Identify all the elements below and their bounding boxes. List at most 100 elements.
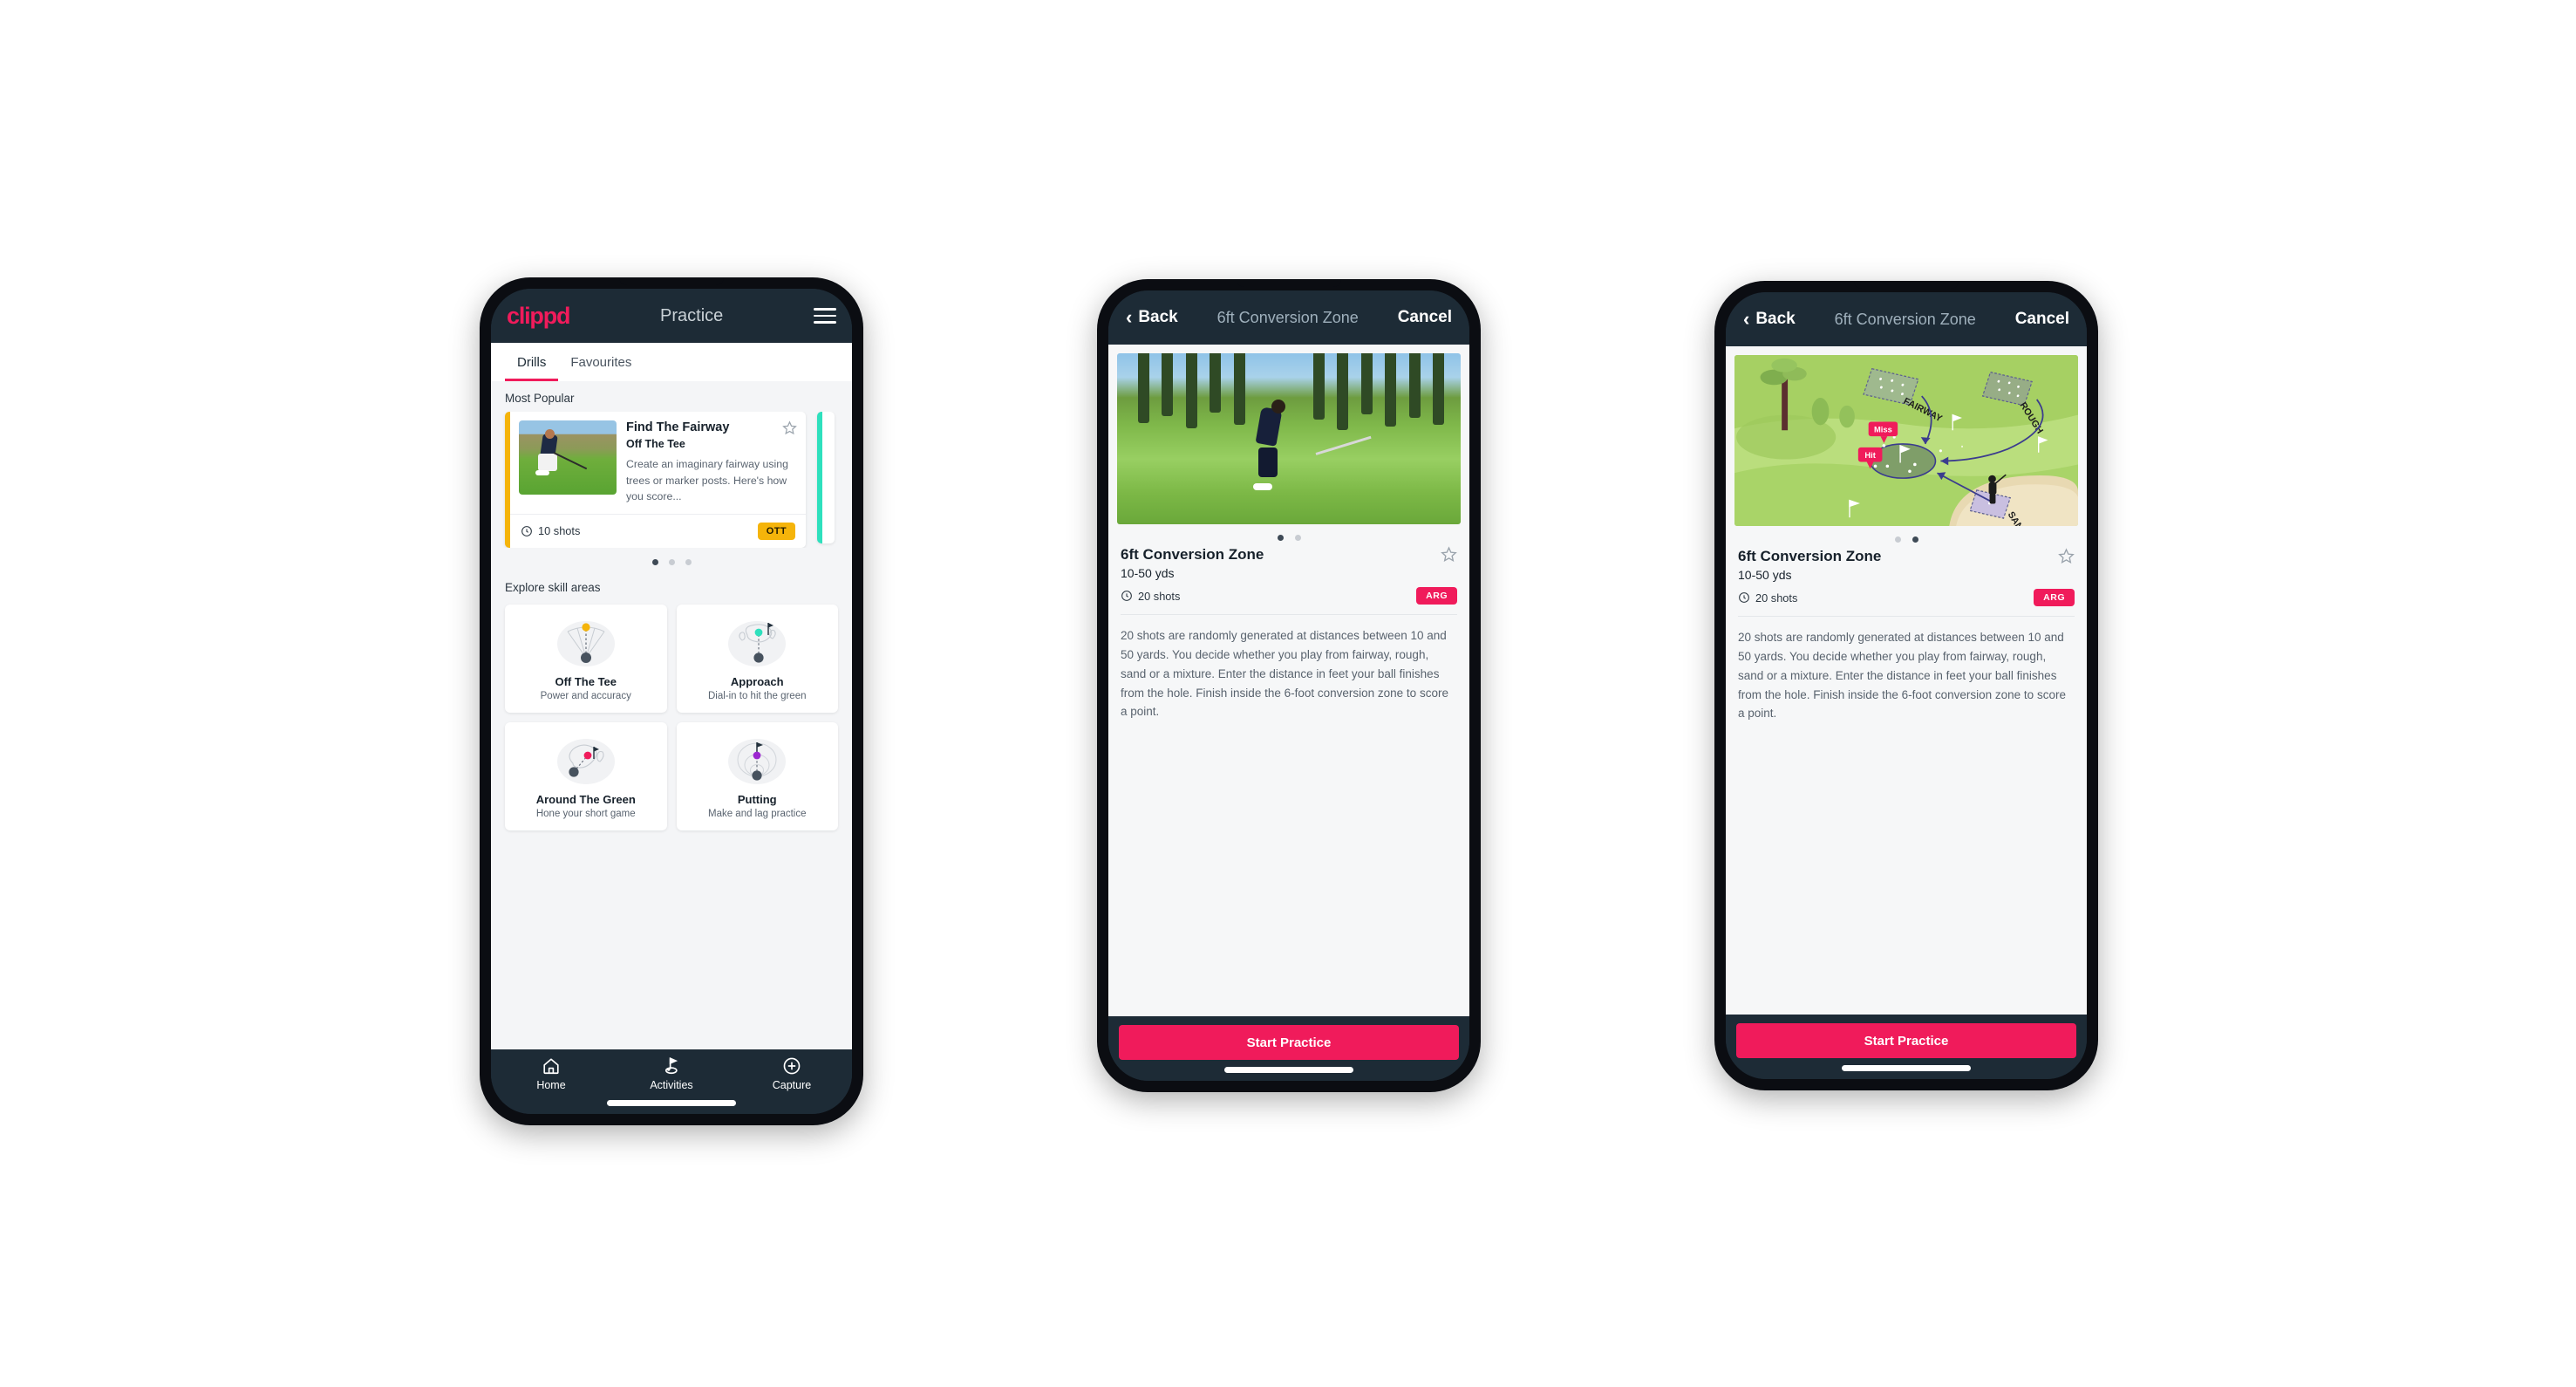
skill-card-off-the-tee[interactable]: Off The Tee Power and accuracy <box>505 604 667 713</box>
hero-dot-2[interactable] <box>1294 535 1301 541</box>
back-button[interactable]: ‹ Back <box>1743 310 1796 329</box>
tab-favourites[interactable]: Favourites <box>558 343 644 381</box>
drill-shots-label: 10 shots <box>538 524 581 538</box>
home-indicator <box>607 1100 736 1106</box>
drill-detail-header: 6ft Conversion Zone 10-50 yds 20 shots A… <box>1726 546 2087 606</box>
hero-dot-1[interactable] <box>1277 535 1284 541</box>
chevron-left-icon: ‹ <box>1126 306 1133 328</box>
cancel-button[interactable]: Cancel <box>1398 308 1452 327</box>
cancel-button[interactable]: Cancel <box>2015 310 2069 329</box>
clippd-logo: clippd <box>507 302 571 329</box>
hero-dot-1[interactable] <box>1894 536 1901 543</box>
skill-desc: Power and accuracy <box>540 690 631 701</box>
drill-detail-shots-label: 20 shots <box>1138 589 1181 603</box>
drill-skill-area: Off The Tee <box>626 438 685 451</box>
start-practice-button[interactable]: Start Practice <box>1119 1025 1459 1060</box>
drill-detail-description: 20 shots are randomly generated at dista… <box>1121 629 1448 719</box>
drill-detail-yards: 10-50 yds <box>1121 566 1175 580</box>
skill-name: Off The Tee <box>555 674 617 688</box>
drill-hero-photo <box>1117 353 1461 524</box>
popular-carousel[interactable]: Find The Fairway Off The Tee Create an i… <box>491 412 852 548</box>
start-practice-button[interactable]: Start Practice <box>1736 1023 2076 1058</box>
phone3-screen: ‹ Back 6ft Conversion Zone Cancel FAIRWA… <box>1726 292 2087 1079</box>
tabbar-item-home[interactable]: Home <box>492 1056 611 1091</box>
skill-desc: Dial-in to hit the green <box>707 690 807 701</box>
drill-detail-description: 20 shots are randomly generated at dista… <box>1738 631 2066 721</box>
skill-name: Approach <box>730 674 784 688</box>
skill-name: Putting <box>737 792 777 806</box>
plus-circle-icon <box>783 1057 801 1075</box>
hero-pagination <box>1726 526 2087 546</box>
tabbar-item-activities[interactable]: Activities <box>612 1056 732 1091</box>
drill-detail-title: 6ft Conversion Zone <box>1121 546 1264 563</box>
detail-nav-bar: ‹ Back 6ft Conversion Zone Cancel <box>1726 292 2087 346</box>
skill-name: Around The Green <box>535 792 636 806</box>
drill-detail-shots: 20 shots <box>1121 590 1180 603</box>
drill-card-find-the-fairway[interactable]: Find The Fairway Off The Tee Create an i… <box>505 412 806 548</box>
tee-fan-icon <box>510 615 662 671</box>
detail-nav-bar: ‹ Back 6ft Conversion Zone Cancel <box>1108 290 1469 345</box>
skill-areas-grid: Off The Tee Power and accuracy Approach … <box>491 601 852 844</box>
hero-dot-2[interactable] <box>1912 536 1918 543</box>
drill-detail-shots: 20 shots <box>1738 591 1797 605</box>
phone3-content: FAIRWAY ROUGH SAND Miss Hit 6ft Conversi… <box>1726 346 2087 1015</box>
drill-card-next-peek[interactable] <box>817 412 835 543</box>
home-indicator <box>1842 1065 1971 1071</box>
phone-notch <box>1237 279 1341 287</box>
clock-icon <box>1739 592 1749 603</box>
skill-desc: Hone your short game <box>535 808 636 819</box>
phone-notch <box>619 277 724 285</box>
tabbar-label: Capture <box>772 1079 812 1091</box>
phone-practice-drills: clippd Practice Drills Favourites Most P… <box>480 277 863 1125</box>
back-label: Back <box>1138 308 1178 326</box>
nav-title: 6ft Conversion Zone <box>1216 308 1359 326</box>
star-outline-icon[interactable] <box>2058 548 2075 564</box>
skill-card-putting[interactable]: Putting Make and lag practice <box>676 721 838 830</box>
phone2-content: 6ft Conversion Zone 10-50 yds 20 shots A… <box>1108 345 1469 1016</box>
skill-desc: Make and lag practice <box>707 808 807 819</box>
course-illustration: FAIRWAY ROUGH SAND Miss Hit <box>1734 355 2078 526</box>
skill-badge-ott: OTT <box>757 522 795 540</box>
phone2-screen: ‹ Back 6ft Conversion Zone Cancel 6ft Co… <box>1108 290 1469 1081</box>
skill-card-approach[interactable]: Approach Dial-in to hit the green <box>676 604 838 713</box>
putting-rings-icon <box>682 733 834 789</box>
tabbar-label: Activities <box>650 1079 693 1091</box>
carousel-dot-3[interactable] <box>685 558 692 565</box>
drill-detail-title: 6ft Conversion Zone <box>1738 548 1882 564</box>
tab-bar: Drills Favourites <box>491 343 852 381</box>
tabbar-label: Home <box>536 1079 566 1091</box>
hamburger-icon[interactable] <box>814 308 836 324</box>
skill-card-around-the-green[interactable]: Around The Green Hone your short game <box>505 721 667 830</box>
phone-notch <box>1854 281 1959 289</box>
app-top-bar: clippd Practice <box>491 289 852 343</box>
home-icon <box>543 1058 559 1075</box>
drill-shots: 10 shots <box>521 524 580 537</box>
screenshot-canvas: clippd Practice Drills Favourites Most P… <box>0 0 2576 1387</box>
chevron-left-icon: ‹ <box>1743 308 1750 330</box>
drill-description: Create an imaginary fairway using trees … <box>626 458 788 503</box>
back-label: Back <box>1755 310 1796 328</box>
tab-drills[interactable]: Drills <box>505 343 559 381</box>
phone-drill-detail-photo: ‹ Back 6ft Conversion Zone Cancel 6ft Co… <box>1097 279 1481 1092</box>
drill-detail-yards: 10-50 yds <box>1738 568 1792 582</box>
nav-title: 6ft Conversion Zone <box>1834 310 1976 328</box>
carousel-dot-2[interactable] <box>668 558 675 565</box>
drill-hero-media[interactable]: FAIRWAY ROUGH SAND Miss Hit <box>1734 355 2078 526</box>
carousel-dot-1[interactable] <box>651 558 658 565</box>
skill-badge-arg: ARG <box>1416 587 1457 605</box>
golf-flag-icon <box>664 1057 678 1075</box>
hero-pagination <box>1108 524 1469 544</box>
star-outline-icon[interactable] <box>782 420 797 435</box>
tabbar-item-capture[interactable]: Capture <box>733 1056 852 1091</box>
around-green-icon <box>510 733 662 789</box>
clock-icon <box>1121 591 1132 601</box>
back-button[interactable]: ‹ Back <box>1126 308 1178 327</box>
drill-hero-media[interactable] <box>1117 353 1461 524</box>
approach-green-icon <box>682 615 834 671</box>
home-indicator <box>1224 1067 1353 1073</box>
star-outline-icon[interactable] <box>1441 546 1457 563</box>
clock-icon <box>521 525 532 536</box>
most-popular-heading: Most Popular <box>505 392 575 405</box>
explore-skill-areas-heading: Explore skill areas <box>505 580 601 594</box>
drill-detail-shots-label: 20 shots <box>1755 591 1798 605</box>
